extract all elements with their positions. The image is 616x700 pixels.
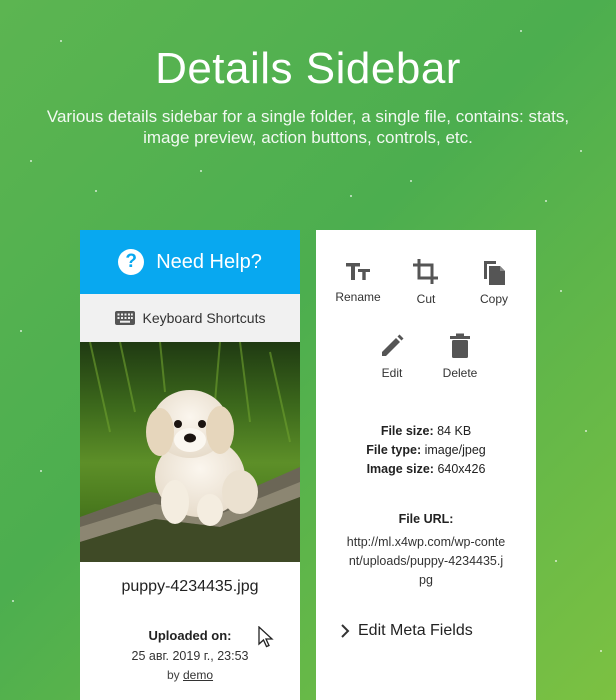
- chevron-right-icon: [341, 624, 350, 638]
- uploaded-date: 25 авг. 2019 г., 23:53: [131, 649, 249, 663]
- delete-label: Delete: [442, 366, 478, 380]
- cut-button[interactable]: Cut: [392, 258, 460, 306]
- image-size-value: 640x426: [437, 462, 486, 476]
- file-url-block: File URL: http://ml.x4wp.com/wp-content/…: [316, 512, 536, 590]
- rename-button[interactable]: Rename: [324, 258, 392, 306]
- uploaded-by-prefix: by: [166, 668, 180, 682]
- file-type-row: File type: image/jpeg: [316, 441, 536, 460]
- file-stats: File size: 84 KB File type: image/jpeg I…: [316, 422, 536, 479]
- text-size-icon: [346, 263, 370, 280]
- file-type-value: image/jpeg: [424, 443, 486, 457]
- pencil-icon: [382, 334, 404, 356]
- edit-meta-fields-toggle[interactable]: Edit Meta Fields: [340, 622, 473, 640]
- image-preview: [80, 342, 300, 562]
- need-help-label: Need Help?: [156, 250, 262, 273]
- action-row-secondary: Edit Delete: [316, 332, 536, 380]
- file-size-row: File size: 84 KB: [316, 422, 536, 441]
- delete-button[interactable]: Delete: [426, 332, 494, 380]
- crop-icon: [413, 259, 438, 284]
- uploader-link[interactable]: demo: [183, 668, 213, 682]
- keyboard-shortcuts-button[interactable]: Keyboard Shortcuts: [80, 294, 300, 342]
- copy-button[interactable]: Copy: [460, 258, 528, 306]
- copy-label: Copy: [479, 292, 508, 306]
- file-name: puppy-4234435.jpg: [121, 578, 259, 595]
- question-circle-icon: ?: [118, 249, 145, 275]
- action-row-primary: Rename Cut Copy: [316, 258, 536, 306]
- file-type-label: File type:: [366, 443, 422, 457]
- keyboard-shortcuts-label: Keyboard Shortcuts: [142, 310, 266, 326]
- keyboard-icon: [114, 311, 135, 325]
- file-url-label: File URL:: [398, 512, 454, 526]
- details-panel: Rename Cut Copy Edit Delete File size: 8…: [316, 230, 536, 700]
- edit-meta-fields-label: Edit Meta Fields: [358, 622, 473, 639]
- copy-icon: [484, 261, 505, 285]
- uploaded-by: by demo: [80, 668, 300, 682]
- image-size-label: Image size:: [366, 462, 434, 476]
- file-url-value: http://ml.x4wp.com/wp-content/uploads/pu…: [346, 535, 506, 587]
- file-size-label: File size:: [380, 424, 434, 438]
- edit-button[interactable]: Edit: [358, 332, 426, 380]
- mouse-cursor-icon: [258, 626, 274, 648]
- cut-label: Cut: [416, 292, 436, 306]
- image-size-row: Image size: 640x426: [316, 460, 536, 479]
- trash-icon: [450, 333, 470, 358]
- need-help-button[interactable]: ? Need Help?: [80, 230, 300, 294]
- file-size-value: 84 KB: [437, 424, 472, 438]
- edit-label: Edit: [381, 366, 403, 380]
- rename-label: Rename: [335, 290, 381, 304]
- page-subtitle: Various details sidebar for a single fol…: [46, 107, 570, 147]
- page-title: Details Sidebar: [155, 44, 461, 93]
- puppy-image: [80, 342, 300, 562]
